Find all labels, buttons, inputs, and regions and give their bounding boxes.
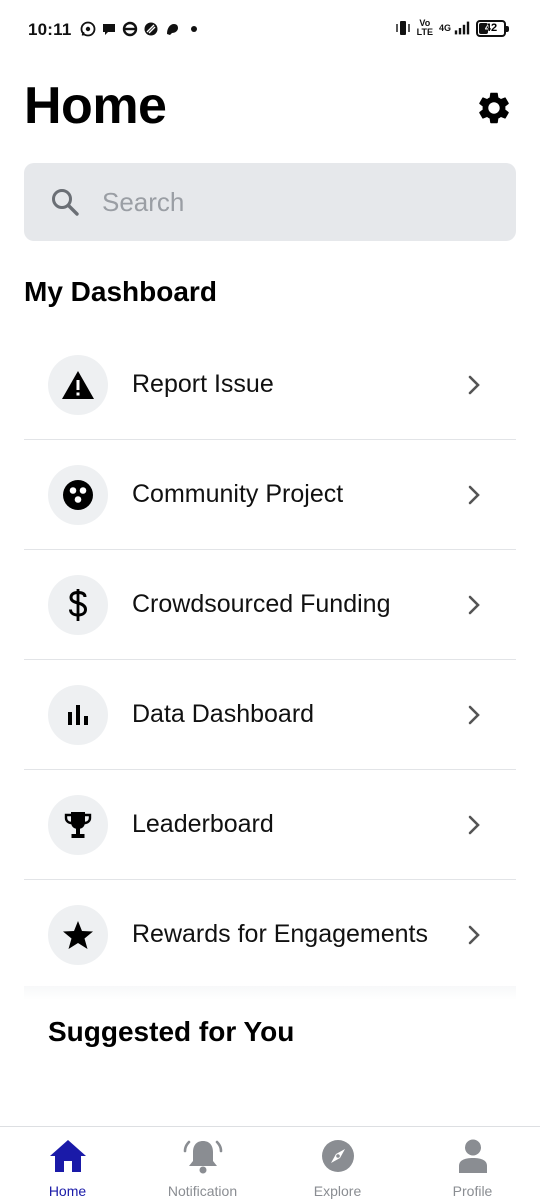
icon-circle bbox=[48, 685, 108, 745]
nav-label: Explore bbox=[313, 1183, 362, 1199]
warning-triangle-icon bbox=[62, 371, 94, 399]
nav-item-notification[interactable]: Notification bbox=[135, 1127, 270, 1200]
home-icon bbox=[48, 1137, 88, 1175]
nav-item-explore[interactable]: Explore bbox=[270, 1127, 405, 1200]
trophy-icon bbox=[64, 812, 92, 838]
star-icon bbox=[63, 921, 93, 949]
whatsapp-icon bbox=[80, 21, 96, 37]
dashboard-item-label: Community Project bbox=[132, 480, 344, 508]
icon-circle bbox=[48, 465, 108, 525]
page-title: Home bbox=[24, 77, 167, 135]
compass-icon bbox=[318, 1137, 358, 1175]
person-icon bbox=[453, 1137, 493, 1175]
dashboard-item-crowdsourced-funding[interactable]: Crowdsourced Funding bbox=[24, 550, 516, 660]
dashboard-item-label: Data Dashboard bbox=[132, 700, 315, 728]
bird-icon bbox=[164, 21, 180, 37]
community-icon bbox=[63, 480, 93, 510]
bottom-nav: Home Notification Explore Profile bbox=[0, 1126, 540, 1200]
bell-icon bbox=[183, 1137, 223, 1175]
dashboard-list: Report Issue Community Project Crowdsour… bbox=[24, 330, 516, 990]
stamp-icon bbox=[143, 21, 159, 37]
nav-label: Profile bbox=[452, 1183, 493, 1199]
dashboard-item-leaderboard[interactable]: Leaderboard bbox=[24, 770, 516, 880]
dollar-icon bbox=[69, 589, 88, 621]
battery-level: 42 bbox=[484, 22, 498, 34]
chevron-right-icon bbox=[464, 812, 484, 838]
dashboard-item-community-project[interactable]: Community Project bbox=[24, 440, 516, 550]
settings-button[interactable] bbox=[472, 86, 516, 130]
dashboard-item-report-issue[interactable]: Report Issue bbox=[24, 330, 516, 440]
icon-circle bbox=[48, 905, 108, 965]
nav-item-profile[interactable]: Profile bbox=[405, 1127, 540, 1200]
vibrate-icon bbox=[395, 20, 411, 36]
network-type: 4G bbox=[438, 23, 451, 33]
dashboard-title: My Dashboard bbox=[24, 276, 217, 307]
system-icons: Vo LTE 4G 42 bbox=[395, 19, 509, 37]
battery-icon: 42 bbox=[476, 19, 509, 37]
dashboard-item-rewards-for-engagements[interactable]: Rewards for Engagements bbox=[24, 880, 516, 990]
chevron-right-icon bbox=[464, 372, 484, 398]
more-notifications-dot bbox=[191, 26, 197, 32]
nav-label: Notification bbox=[167, 1183, 238, 1199]
volte-bottom: LTE bbox=[416, 27, 433, 37]
dashboard-item-label: Report Issue bbox=[132, 370, 274, 398]
chevron-right-icon bbox=[464, 922, 484, 948]
chevron-right-icon bbox=[464, 592, 484, 618]
chevron-right-icon bbox=[464, 702, 484, 728]
volte-indicator: Vo LTE bbox=[417, 19, 433, 37]
chat-bubble-icon bbox=[101, 21, 117, 37]
suggested-title: Suggested for You bbox=[48, 1016, 295, 1047]
notification-icons bbox=[80, 21, 197, 37]
chevron-right-icon bbox=[464, 482, 484, 508]
dashboard-item-label: Leaderboard bbox=[132, 810, 274, 838]
dashboard-item-data-dashboard[interactable]: Data Dashboard bbox=[24, 660, 516, 770]
status-bar: 10:11 Vo LTE 4G 42 bbox=[0, 0, 540, 62]
dashboard-item-label: Rewards for Engagements bbox=[132, 920, 428, 948]
search-input[interactable] bbox=[102, 186, 462, 218]
icon-circle bbox=[48, 795, 108, 855]
icon-circle bbox=[48, 575, 108, 635]
list-divider-shadow bbox=[24, 986, 516, 1000]
search-bar[interactable] bbox=[24, 163, 516, 241]
nav-label: Home bbox=[48, 1183, 87, 1199]
signal-icon bbox=[454, 20, 470, 36]
nav-item-home[interactable]: Home bbox=[0, 1127, 135, 1200]
search-icon bbox=[52, 189, 79, 216]
icon-circle bbox=[48, 355, 108, 415]
bar-chart-icon bbox=[68, 705, 88, 725]
status-time: 10:11 bbox=[28, 20, 72, 39]
dashboard-item-label: Crowdsourced Funding bbox=[132, 590, 391, 618]
underground-icon bbox=[122, 21, 138, 37]
gear-icon bbox=[479, 92, 509, 124]
